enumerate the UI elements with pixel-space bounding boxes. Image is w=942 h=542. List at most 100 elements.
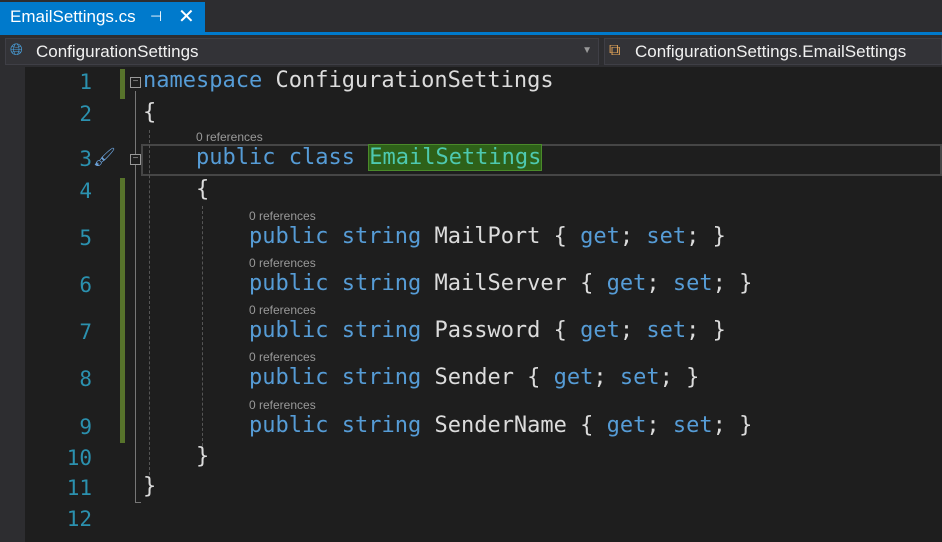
keyword-token: get xyxy=(580,318,620,343)
keyword-token: public xyxy=(249,318,329,343)
code-line[interactable]: namespace ConfigurationSettings xyxy=(143,68,554,93)
codelens-references[interactable]: 0 references xyxy=(249,256,316,270)
code-token: ; xyxy=(619,224,647,249)
code-token: ; xyxy=(646,271,673,296)
code-token: MailPort { xyxy=(421,224,581,249)
tab-title: EmailSettings.cs xyxy=(10,7,136,26)
collapse-class-button[interactable]: − xyxy=(130,154,141,165)
keyword-token: string xyxy=(341,224,422,249)
keyword-token: set xyxy=(672,413,713,438)
line-number: 1 xyxy=(79,70,92,94)
member-label: ConfigurationSettings.EmailSettings xyxy=(635,41,907,61)
keyword-token: set xyxy=(672,271,713,296)
code-token: ConfigurationSettings xyxy=(262,68,554,93)
code-token: Sender { xyxy=(421,365,554,390)
codelens-references[interactable]: 0 references xyxy=(249,303,316,317)
indent-guide xyxy=(149,130,150,475)
code-line[interactable]: public class EmailSettings xyxy=(196,144,543,171)
code-token: ; xyxy=(619,318,647,343)
keyword-token: get xyxy=(606,413,647,438)
chevron-down-icon[interactable]: ▼ xyxy=(582,45,592,56)
code-token: ; xyxy=(593,365,620,390)
code-token: ; } xyxy=(712,271,753,296)
code-token: { xyxy=(196,177,210,202)
close-icon[interactable]: ✕ xyxy=(178,4,195,29)
code-token: SenderName { xyxy=(421,413,607,438)
member-dropdown[interactable]: ⧉ ConfigurationSettings.EmailSettings xyxy=(604,38,942,65)
outline-end xyxy=(135,502,141,503)
keyword-token: public xyxy=(249,271,329,296)
code-token: } xyxy=(196,444,210,469)
code-line[interactable]: { xyxy=(196,177,209,202)
keyword-token: set xyxy=(619,365,660,390)
keyword-token: public xyxy=(249,224,329,249)
code-token: ; } xyxy=(686,318,726,343)
line-number: 5 xyxy=(79,226,92,250)
line-number: 10 xyxy=(66,446,92,470)
code-line[interactable]: } xyxy=(143,474,156,499)
code-token: ; } xyxy=(659,365,700,390)
code-line[interactable]: { xyxy=(143,100,156,125)
line-number: 4 xyxy=(79,179,92,203)
code-line[interactable]: } xyxy=(196,444,209,469)
keyword-token: public xyxy=(196,145,276,170)
navigation-bar: 🌐︎ ConfigurationSettings ▼ ⧉ Configurati… xyxy=(0,35,942,67)
quick-actions-brush-icon[interactable]: 🖌︎ xyxy=(93,147,116,168)
code-line[interactable]: public string Password { get; set; } xyxy=(249,318,726,343)
keyword-token: string xyxy=(341,318,422,343)
pin-icon[interactable]: ⊣ xyxy=(150,8,162,25)
keyword-token: string xyxy=(341,413,422,438)
keyword-token: get xyxy=(580,224,620,249)
code-token: ; } xyxy=(686,224,726,249)
code-line[interactable]: public string SenderName { get; set; } xyxy=(249,413,752,438)
keyword-token: string xyxy=(341,365,422,390)
code-token: MailServer { xyxy=(421,271,607,296)
change-bar xyxy=(120,178,125,443)
keyword-token: string xyxy=(341,271,422,296)
tab-emailsettings[interactable]: EmailSettings.cs ⊣ ✕ xyxy=(0,2,205,32)
code-token: { xyxy=(143,100,157,125)
keyword-token: public xyxy=(249,413,329,438)
keyword-token: public xyxy=(249,365,329,390)
code-line[interactable]: public string Sender { get; set; } xyxy=(249,365,699,390)
line-number: 9 xyxy=(79,415,92,439)
globe-icon: 🌐︎ xyxy=(10,42,23,59)
codelens-references[interactable]: 0 references xyxy=(249,209,316,223)
collapse-namespace-button[interactable]: − xyxy=(130,77,141,88)
tab-bar: EmailSettings.cs ⊣ ✕ xyxy=(0,0,942,32)
indicator-margin xyxy=(0,67,25,542)
keyword-token: namespace xyxy=(143,68,263,93)
line-number: 3 xyxy=(79,147,92,171)
keyword-token: get xyxy=(606,271,647,296)
line-number: 2 xyxy=(79,102,92,126)
codelens-references[interactable]: 0 references xyxy=(249,398,316,412)
codelens-references[interactable]: 0 references xyxy=(249,350,316,364)
class-name-token: EmailSettings xyxy=(368,144,543,171)
change-bar xyxy=(120,69,125,99)
line-number: 8 xyxy=(79,367,92,391)
code-token: ; xyxy=(646,413,673,438)
line-number: 7 xyxy=(79,320,92,344)
keyword-token: set xyxy=(646,224,687,249)
code-token: Password { xyxy=(421,318,581,343)
code-line[interactable]: public string MailServer { get; set; } xyxy=(249,271,752,296)
indent-guide xyxy=(202,206,203,446)
keyword-token: class xyxy=(288,145,355,170)
codelens-references[interactable]: 0 references xyxy=(196,130,263,144)
code-token: ; } xyxy=(712,413,753,438)
line-number: 12 xyxy=(66,507,92,531)
line-number: 6 xyxy=(79,273,92,297)
project-dropdown[interactable]: 🌐︎ ConfigurationSettings ▼ xyxy=(5,38,599,65)
project-label: ConfigurationSettings xyxy=(36,41,199,61)
line-number: 11 xyxy=(66,476,92,500)
class-icon: ⧉ xyxy=(609,42,621,59)
keyword-token: set xyxy=(646,318,687,343)
code-line[interactable]: public string MailPort { get; set; } xyxy=(249,224,726,249)
